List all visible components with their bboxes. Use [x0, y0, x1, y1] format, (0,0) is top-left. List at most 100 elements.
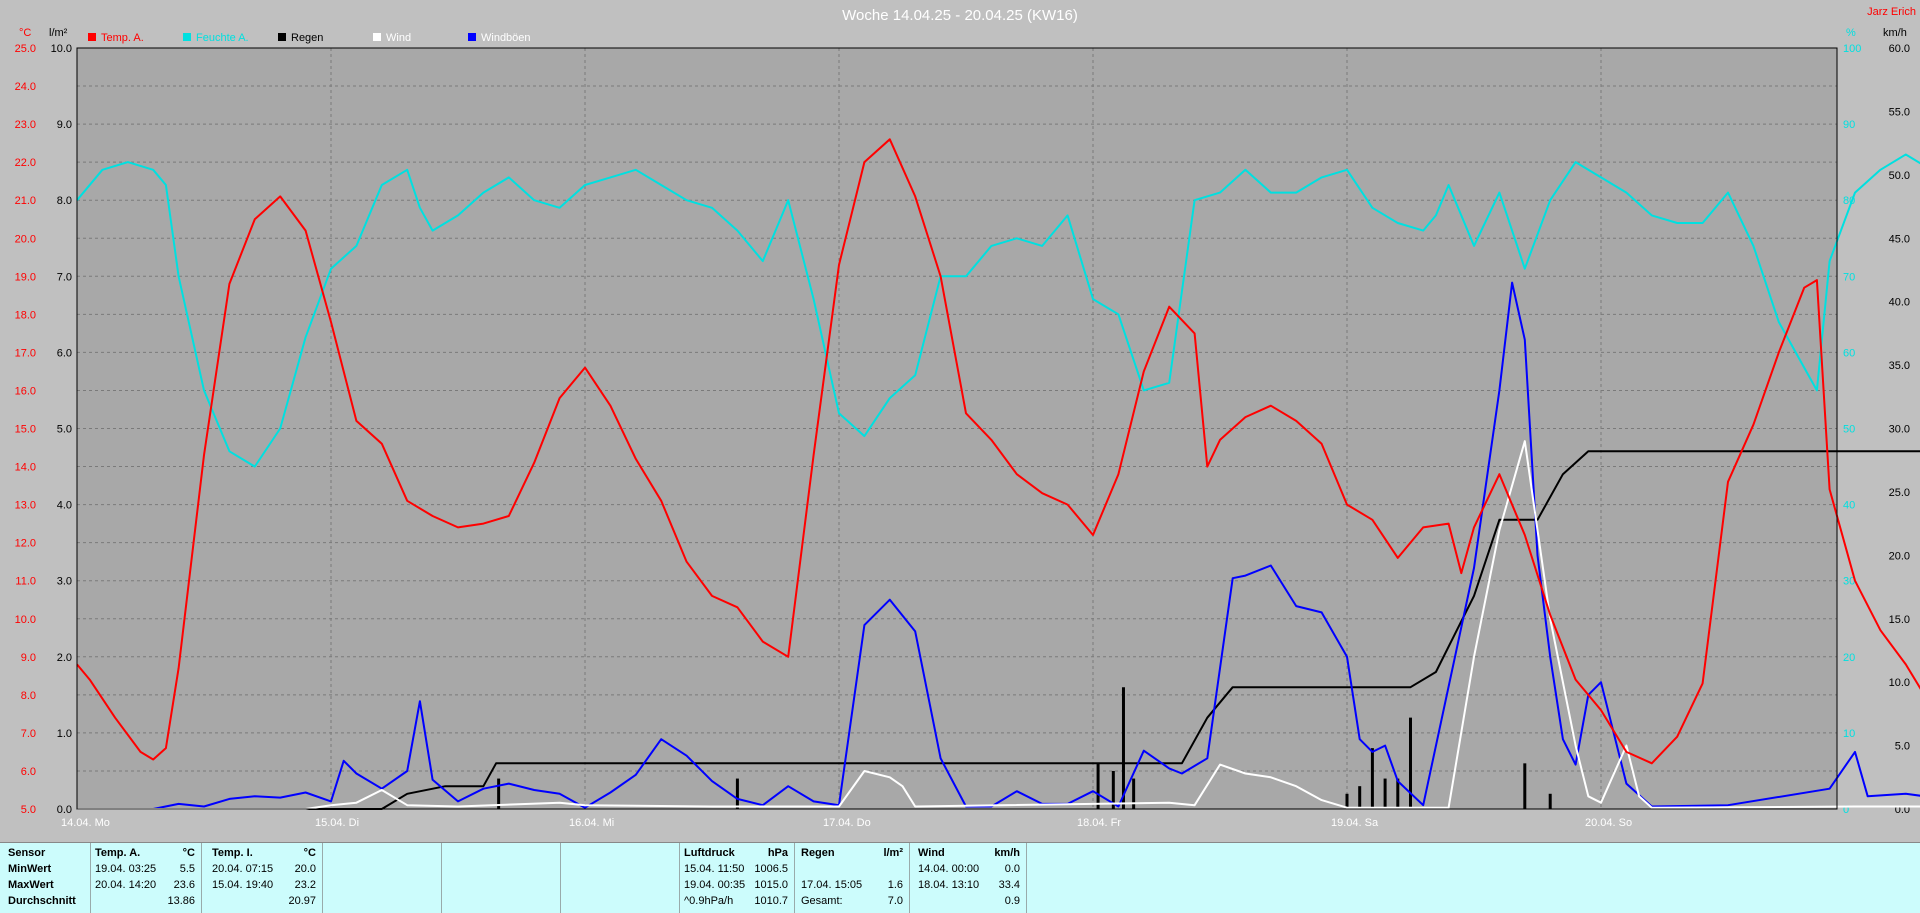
- regen-head: Regen: [801, 847, 835, 859]
- rain-unit-label: l/m²: [49, 27, 68, 39]
- druck-min-val: 1006.5: [754, 863, 788, 875]
- legend-swatch-wind: [373, 33, 381, 41]
- x-tick-label: 18.04. Fr: [1077, 817, 1121, 829]
- temp-tick-label: 6.0: [21, 766, 36, 778]
- x-tick-label: 19.04. Sa: [1331, 817, 1379, 829]
- stats-panel: Sensor MinWert MaxWert Durchschnitt Temp…: [0, 842, 1920, 913]
- humidity-tick-label: 70: [1843, 271, 1855, 283]
- temp-a-min-time: 19.04. 03:25: [95, 863, 157, 875]
- wind-tick-label: 10.0: [1889, 677, 1910, 689]
- rain-tick-label: 2.0: [57, 652, 72, 664]
- temp-tick-label: 16.0: [15, 385, 36, 397]
- stats-sensor-head: Sensor: [8, 847, 46, 859]
- temp-tick-label: 9.0: [21, 652, 36, 664]
- legend: Temp. A. Feuchte A. Regen Wind Windböen: [88, 32, 531, 44]
- legend-swatch-feuchte: [183, 33, 191, 41]
- humidity-tick-label: 40: [1843, 500, 1855, 512]
- temp-unit-label: °C: [19, 27, 31, 39]
- rain-tick-label: 1.0: [57, 728, 72, 740]
- stats-label-avg: Durchschnitt: [8, 895, 76, 907]
- chart-title: Woche 14.04.25 - 20.04.25 (KW16): [842, 7, 1078, 24]
- rain-tick-label: 7.0: [57, 271, 72, 283]
- x-tick-label: 16.04. Mi: [569, 817, 614, 829]
- stats-col-empty-3: [561, 843, 680, 913]
- legend-swatch-temp: [88, 33, 96, 41]
- stats-col-sensor: Sensor MinWert MaxWert Durchschnitt: [0, 843, 91, 913]
- humidity-tick-label: 90: [1843, 119, 1855, 131]
- temp-tick-label: 21.0: [15, 195, 36, 207]
- x-tick-label: 14.04. Mo: [61, 817, 110, 829]
- temp-i-head: Temp. I.: [212, 847, 253, 859]
- temp-a-head: Temp. A.: [95, 847, 141, 859]
- temp-tick-label: 23.0: [15, 119, 36, 131]
- temp-tick-label: 25.0: [15, 43, 36, 55]
- temp-tick-label: 15.0: [15, 424, 36, 436]
- wind-tick-label: 35.0: [1889, 360, 1910, 372]
- regen-max-val: 1.6: [887, 879, 903, 891]
- x-tick-label: 17.04. Do: [823, 817, 871, 829]
- druck-unit: hPa: [767, 847, 788, 859]
- temp-a-unit: °C: [182, 847, 195, 859]
- regen-unit: l/m²: [883, 847, 903, 859]
- wind-min-val: 0.0: [1004, 863, 1020, 875]
- temp-tick-label: 8.0: [21, 690, 36, 702]
- wind-avg: 0.9: [1004, 895, 1020, 907]
- wind-unit-label: km/h: [1883, 27, 1907, 39]
- x-tick-label: 15.04. Di: [315, 817, 359, 829]
- stats-label-max: MaxWert: [8, 879, 54, 891]
- druck-trend: ^0.9hPa/h: [684, 895, 734, 907]
- rain-tick-label: 9.0: [57, 119, 72, 131]
- legend-swatch-windboen: [468, 33, 476, 41]
- temp-tick-label: 7.0: [21, 728, 36, 740]
- humidity-unit-label: %: [1846, 27, 1856, 39]
- temp-a-avg: 13.86: [167, 895, 195, 907]
- temp-tick-label: 14.0: [15, 462, 36, 474]
- temp-tick-label: 24.0: [15, 81, 36, 93]
- temp-i-max-val: 23.2: [294, 879, 316, 891]
- legend-regen: Regen: [291, 32, 323, 44]
- wind-tick-label: 50.0: [1889, 170, 1910, 182]
- legend-swatch-regen: [278, 33, 286, 41]
- temp-a-max-time: 20.04. 14:20: [95, 879, 157, 891]
- temp-tick-label: 11.0: [15, 576, 36, 588]
- rain-tick-label: 8.0: [57, 195, 72, 207]
- wind-tick-label: 55.0: [1889, 106, 1910, 118]
- humidity-tick-label: 20: [1843, 652, 1855, 664]
- regen-sum: 7.0: [887, 895, 903, 907]
- humidity-tick-label: 60: [1843, 347, 1855, 359]
- wind-tick-label: 20.0: [1889, 550, 1910, 562]
- temp-tick-label: 10.0: [15, 614, 36, 626]
- humidity-tick-label: 100: [1843, 43, 1861, 55]
- humidity-tick-label: 10: [1843, 728, 1855, 740]
- wind-min-time: 14.04. 00:00: [918, 863, 980, 875]
- stats-col-empty-2: [442, 843, 561, 913]
- temp-tick-label: 17.0: [15, 347, 36, 359]
- stats-col-temp-i: Temp. I. °C 20.04. 07:15 20.0 15.04. 19:…: [202, 843, 323, 913]
- wind-head: Wind: [918, 847, 945, 859]
- wind-tick-label: 45.0: [1889, 233, 1910, 245]
- rain-tick-label: 6.0: [57, 347, 72, 359]
- x-tick-label: 20.04. So: [1585, 817, 1632, 829]
- stats-label-min: MinWert: [8, 863, 52, 875]
- weather-chart: 5.0 6.0 7.0 8.0 9.0 10.0 11.0 12.0 13.0 14.0 15.0 1…: [15, 6, 1920, 829]
- regen-sum-label: Gesamt:: [801, 895, 843, 907]
- rain-tick-label: 4.0: [57, 500, 72, 512]
- temp-tick-label: 18.0: [15, 309, 36, 321]
- temp-i-avg: 20.97: [288, 895, 316, 907]
- rain-tick-label: 0.0: [57, 804, 72, 816]
- wind-tick-label: 5.0: [1895, 741, 1910, 753]
- temp-tick-label: 22.0: [15, 157, 36, 169]
- temp-tick-label: 20.0: [15, 233, 36, 245]
- legend-feuchte: Feuchte A.: [196, 32, 249, 44]
- wind-tick-label: 25.0: [1889, 487, 1910, 499]
- rain-tick-label: 3.0: [57, 576, 72, 588]
- stats-col-druck: Luftdruck hPa 15.04. 11:50 1006.5 19.04.…: [680, 843, 795, 913]
- regen-max-time: 17.04. 15:05: [801, 879, 863, 891]
- druck-head: Luftdruck: [684, 847, 735, 859]
- wind-tick-label: 30.0: [1889, 424, 1910, 436]
- stats-col-regen: Regen l/m² 17.04. 15:05 1.6 Gesamt: 7.0: [795, 843, 910, 913]
- temp-i-min-time: 20.04. 07:15: [212, 863, 274, 875]
- humidity-tick-label: 50: [1843, 424, 1855, 436]
- wind-tick-label: 40.0: [1889, 297, 1910, 309]
- druck-min-time: 15.04. 11:50: [684, 863, 745, 875]
